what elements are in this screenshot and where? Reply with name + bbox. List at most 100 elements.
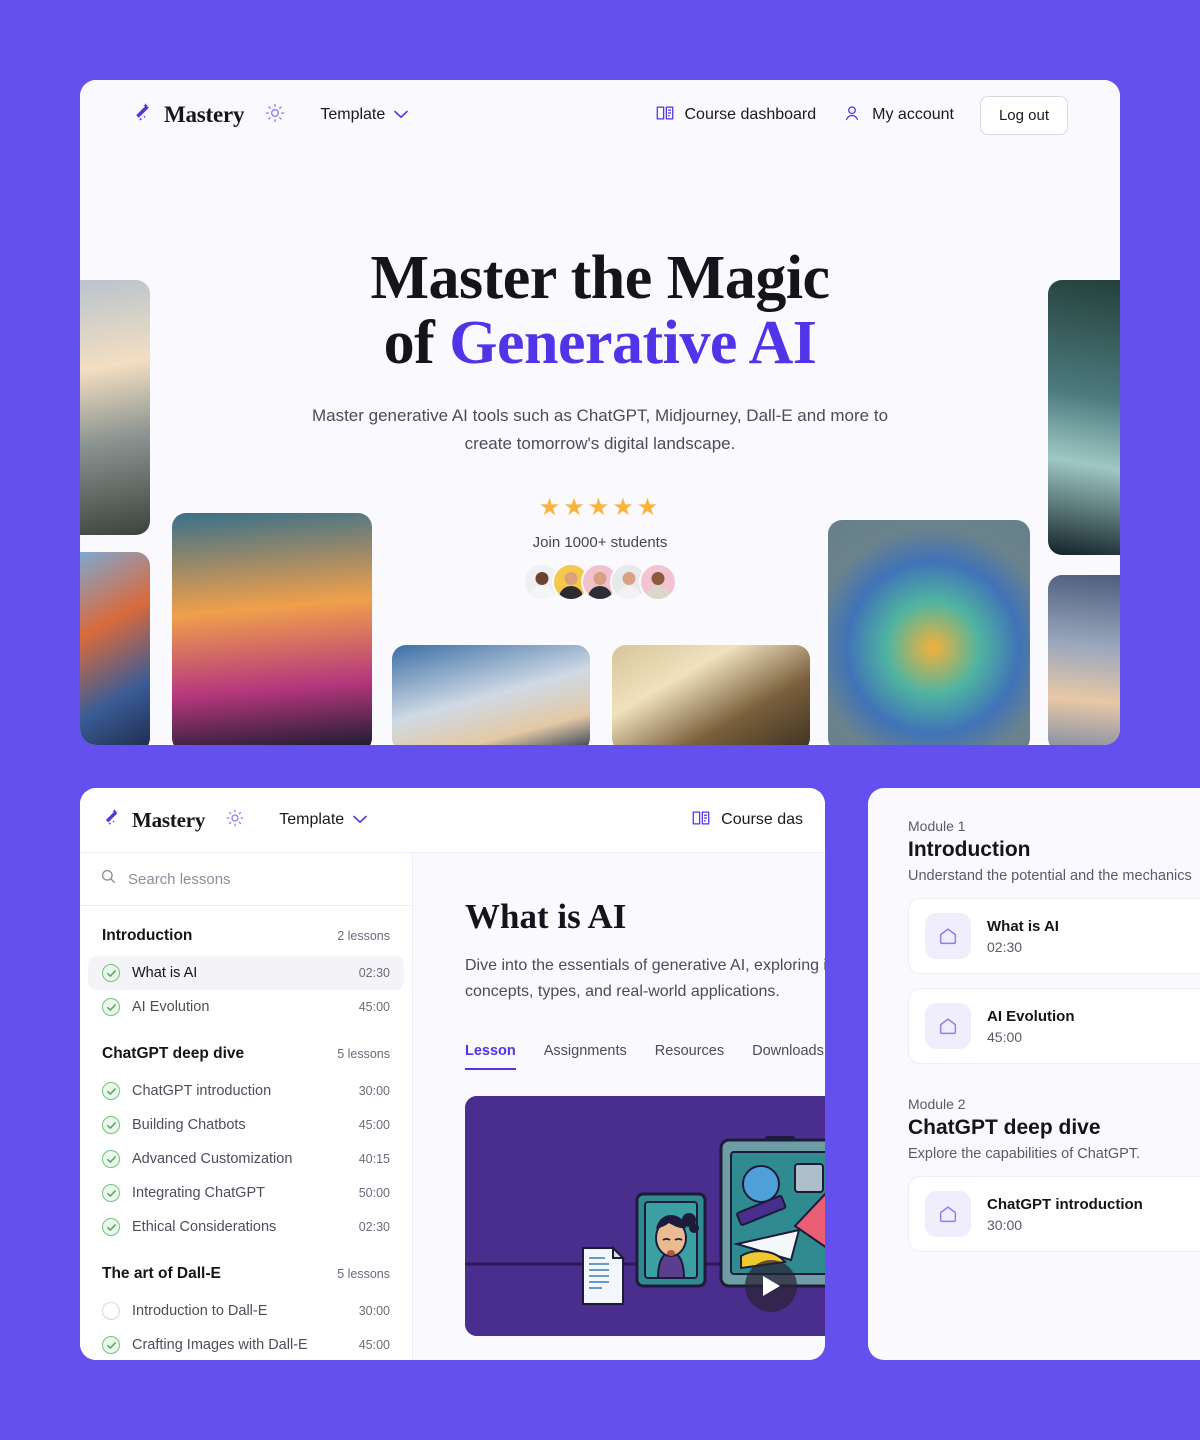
sun-icon[interactable] [264,102,286,129]
home-icon [925,1003,971,1049]
lesson-section-count: 5 lessons [337,1047,390,1061]
hero-body: Master the Magic of Generative AI Master… [80,150,1120,745]
module-title: ChatGPT deep dive [908,1116,1101,1139]
book-icon [691,808,711,833]
module-lesson-name: AI Evolution [987,1007,1075,1025]
lesson-list-item[interactable]: Ethical Considerations 02:30 [88,1210,404,1244]
lesson-section-title: The art of Dall-E [102,1265,221,1282]
lesson-list-item[interactable]: Introduction to Dall-E 30:00 [88,1294,404,1328]
module-lesson-card[interactable]: AI Evolution 45:00 [908,988,1200,1064]
chevron-down-icon [394,106,409,124]
lesson-complete-check-icon [102,1150,120,1168]
gallery-image-colorful-city[interactable] [80,552,150,745]
rating-stars: ★★★★★ [538,494,662,522]
join-students-text: Join 1000+ students [532,534,668,552]
lesson-list-item[interactable]: ChatGPT introduction 30:00 [88,1074,404,1108]
search-input[interactable] [128,870,392,888]
template-dropdown[interactable]: Template [279,811,367,829]
brand-logo[interactable]: Mastery [102,807,205,834]
lesson-list-item[interactable]: AI Evolution 45:00 [88,990,404,1024]
module-lesson-duration: 30:00 [987,1216,1023,1233]
course-navbar: Mastery Template Course das [80,788,825,853]
template-label: Template [279,811,345,828]
course-dashboard-link[interactable]: Course dashboard [655,103,817,128]
lesson-list-item[interactable]: Advanced Customization 40:15 [88,1142,404,1176]
lesson-title: What is AI [465,897,627,936]
lesson-section-header: Introduction 2 lessons [80,906,412,956]
lesson-complete-check-icon [102,998,120,1016]
course-dashboard-label: Course das [721,811,803,828]
module-lesson-card[interactable]: What is AI 02:30 [908,898,1200,974]
lesson-incomplete-circle-icon [102,1302,120,1320]
module-kicker: Module 2 [908,1096,966,1112]
student-avatars [290,563,910,602]
lesson-complete-check-icon [102,964,120,982]
lesson-name: Introduction to Dall-E [132,1303,268,1319]
modules-window: Module 1 Introduction Understand the poten… [868,788,1200,1360]
brand-name: Mastery [164,102,245,127]
my-account-link[interactable]: My account [842,103,954,128]
lesson-duration: 45:00 [358,1338,390,1352]
lesson-complete-check-icon [102,1116,120,1134]
tab-assignments[interactable]: Assignments [544,1043,627,1070]
lesson-main-pane: What is AI Dive into the essentials of g… [413,853,825,1360]
lesson-list-item[interactable]: Crafting Images with Dall-E 45:00 [88,1328,404,1360]
lesson-complete-check-icon [102,1218,120,1236]
search-lessons-row[interactable] [80,853,412,906]
gallery-image-enchanted-forest[interactable] [1048,280,1120,555]
lesson-section-header: The art of Dall-E 5 lessons [80,1244,412,1294]
module-lesson-duration: 02:30 [987,938,1023,955]
magic-wand-icon [132,101,156,130]
course-body: Introduction 2 lessons What is AI 02:30 AI E… [80,853,825,1360]
gallery-image-misty-mountains[interactable] [80,280,150,535]
hero-navbar: Mastery Template Course dashboard My acc… [80,80,1120,150]
page-title: Master the Magic of Generative AI [290,244,910,378]
lesson-complete-check-icon [102,1336,120,1354]
lesson-video-player[interactable] [465,1095,825,1336]
course-dashboard-label: Course dashboard [684,106,817,123]
tab-resources[interactable]: Resources [655,1043,724,1070]
brand-logo[interactable]: Mastery [132,101,245,130]
template-label: Template [320,106,386,123]
lesson-complete-check-icon [102,1184,120,1202]
modules-list: Module 1 Introduction Understand the poten… [908,818,1200,1252]
lesson-duration: 30:00 [358,1304,390,1318]
module-description: Explore the capabilities of ChatGPT. [908,1146,1141,1162]
lesson-duration: 40:15 [358,1152,390,1166]
lesson-name: What is AI [132,965,198,981]
lesson-complete-check-icon [102,1082,120,1100]
lesson-name: Integrating ChatGPT [132,1185,265,1201]
module-lesson-card[interactable]: ChatGPT introduction 30:00 [908,1176,1200,1252]
module-title: Introduction [908,838,1031,861]
lesson-list-item[interactable]: Building Chatbots 45:00 [88,1108,404,1142]
magic-wand-icon [102,807,124,834]
module-lesson-name: ChatGPT introduction [987,1195,1143,1213]
module-kicker: Module 1 [908,818,966,834]
module-spacer [908,1064,1200,1096]
tab-downloads[interactable]: Downloads [752,1043,824,1070]
book-icon [655,103,675,128]
tab-lesson[interactable]: Lesson [465,1043,516,1070]
gallery-image-cloud-tower[interactable] [392,645,590,745]
gallery-image-floating-islands[interactable] [1048,575,1120,745]
lesson-list[interactable]: Introduction 2 lessons What is AI 02:30 AI E… [80,906,412,1360]
logout-button[interactable]: Log out [979,95,1068,135]
hero-title-line1: Master the Magic [370,244,830,312]
student-avatar-5 [639,563,677,602]
hero-window: Mastery Template Course dashboard My acc… [80,80,1120,745]
hero-title-line2-prefix: of [383,309,450,378]
play-button-icon [745,1259,797,1312]
lesson-section-count: 5 lessons [337,1267,390,1281]
hero-content: Master the Magic of Generative AI Master… [290,244,910,602]
lesson-tabs: Lesson Assignments Resources Downloads [465,1043,825,1070]
lesson-list-item[interactable]: What is AI 02:30 [88,956,404,990]
course-dashboard-link[interactable]: Course das [691,808,803,833]
lesson-duration: 45:00 [358,1118,390,1132]
module-lesson-duration: 45:00 [987,1028,1023,1045]
lesson-sidebar: Introduction 2 lessons What is AI 02:30 AI E… [80,853,413,1360]
sun-icon[interactable] [225,808,245,833]
template-dropdown[interactable]: Template [320,106,409,124]
lesson-duration: 45:00 [358,1000,390,1014]
lesson-list-item[interactable]: Integrating ChatGPT 50:00 [88,1176,404,1210]
gallery-image-portrait-clouds[interactable] [612,645,810,745]
